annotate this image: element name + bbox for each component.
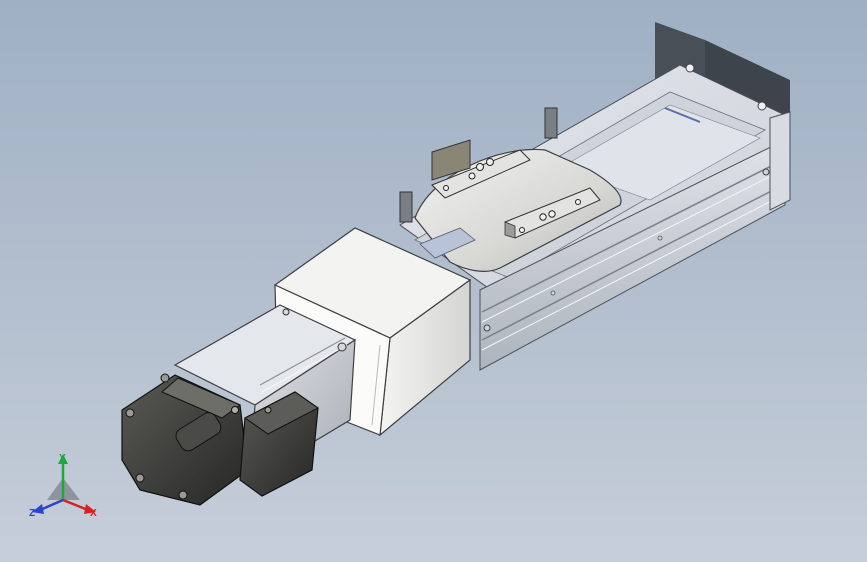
motor-connector-box[interactable] [239, 391, 319, 497]
motor-end-cap[interactable] [121, 373, 249, 506]
cad-viewport[interactable]: Y X Z [0, 0, 867, 562]
cad-model-view[interactable]: Y X Z [0, 0, 867, 562]
coordinate-triad: Y X Z [29, 453, 97, 519]
triad-x-axis [62, 498, 89, 512]
triad-y-label: Y [59, 453, 66, 464]
triad-z-label: Z [29, 508, 35, 519]
triad-x-label: X [90, 508, 97, 519]
triad-z-axis [39, 498, 64, 512]
